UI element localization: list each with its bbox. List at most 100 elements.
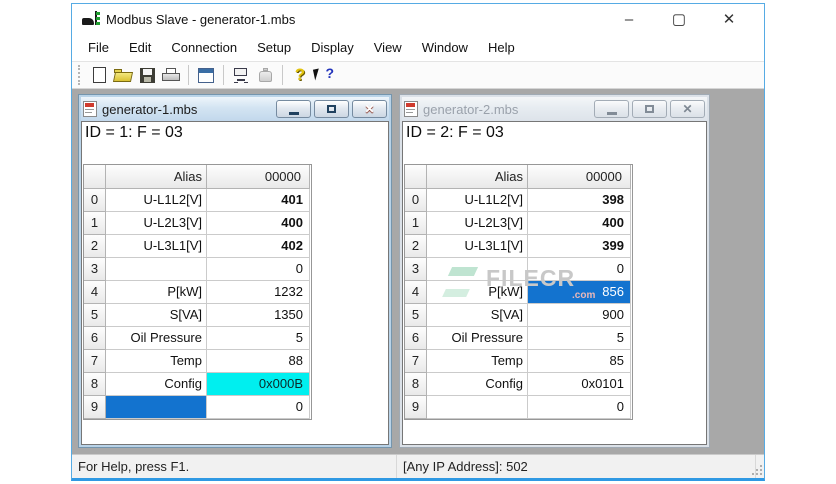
row-number-cell[interactable]: 0 [84, 189, 106, 212]
poll-definition-button[interactable] [229, 63, 253, 87]
alias-cell[interactable]: U-L2L3[V] [427, 212, 528, 235]
row-number-cell[interactable]: 2 [405, 235, 427, 258]
register-value-cell[interactable]: 88 [207, 350, 310, 373]
row-number-cell[interactable]: 4 [84, 281, 106, 304]
alias-cell[interactable]: Config [427, 373, 528, 396]
row-number-cell[interactable]: 5 [84, 304, 106, 327]
alias-cell[interactable]: U-L2L3[V] [106, 212, 207, 235]
register-value-cell[interactable]: 0x000B [207, 373, 310, 396]
row-number-cell[interactable]: 5 [405, 304, 427, 327]
menu-setup[interactable]: Setup [247, 36, 301, 59]
register-value-cell[interactable]: 0 [207, 258, 310, 281]
alias-cell[interactable]: Oil Pressure [106, 327, 207, 350]
register-value-cell[interactable]: 400 [528, 212, 631, 235]
row-number-cell[interactable]: 0 [405, 189, 427, 212]
close-button[interactable]: ✕ [704, 6, 754, 32]
child-restore-button[interactable] [314, 100, 349, 118]
register-value-cell[interactable]: 5 [528, 327, 631, 350]
register-value-cell[interactable]: 0 [528, 396, 631, 419]
row-number-cell[interactable]: 6 [405, 327, 427, 350]
menu-file[interactable]: File [78, 36, 119, 59]
alias-cell[interactable]: U-L3L1[V] [106, 235, 207, 258]
toolbar-separator [223, 65, 224, 85]
context-help-button[interactable]: ? [312, 63, 336, 87]
register-value-cell[interactable]: 400 [207, 212, 310, 235]
register-value-cell[interactable]: 399 [528, 235, 631, 258]
alias-cell[interactable]: S[VA] [106, 304, 207, 327]
resize-grip[interactable] [750, 463, 762, 475]
menu-help[interactable]: Help [478, 36, 525, 59]
alias-cell[interactable] [106, 396, 207, 419]
menu-window[interactable]: Window [412, 36, 478, 59]
alias-cell[interactable]: Config [106, 373, 207, 396]
alias-column-header[interactable]: Alias [106, 165, 207, 189]
register-value-cell[interactable]: 401 [207, 189, 310, 212]
row-number-cell[interactable]: 1 [84, 212, 106, 235]
row-number-cell[interactable]: 3 [405, 258, 427, 281]
row-number-cell[interactable]: 7 [405, 350, 427, 373]
menu-edit[interactable]: Edit [119, 36, 161, 59]
help-button[interactable]: ? [288, 63, 312, 87]
alias-cell[interactable] [106, 258, 207, 281]
titlebar[interactable]: Modbus Slave - generator-1.mbs – ▢ ✕ [72, 4, 764, 34]
child-titlebar[interactable]: generator-1.mbs ✕ [81, 97, 389, 121]
child-minimize-button[interactable] [276, 100, 311, 118]
alias-cell[interactable]: U-L1L2[V] [427, 189, 528, 212]
open-file-button[interactable] [111, 63, 135, 87]
menu-connection[interactable]: Connection [161, 36, 247, 59]
register-value-cell[interactable]: 398 [528, 189, 631, 212]
row-number-cell[interactable]: 8 [84, 373, 106, 396]
register-value-cell[interactable]: 856 [528, 281, 631, 304]
row-number-cell[interactable]: 7 [84, 350, 106, 373]
alias-cell[interactable]: U-L1L2[V] [106, 189, 207, 212]
new-file-button[interactable] [87, 63, 111, 87]
register-value-cell[interactable]: 85 [528, 350, 631, 373]
save-button[interactable] [135, 63, 159, 87]
maximize-button[interactable]: ▢ [654, 6, 704, 32]
register-value-cell[interactable]: 1232 [207, 281, 310, 304]
register-column-header[interactable]: 00000 [207, 165, 310, 189]
minimize-button[interactable]: – [604, 6, 654, 32]
alias-cell[interactable]: P[kW] [427, 281, 528, 304]
register-value-cell[interactable]: 5 [207, 327, 310, 350]
register-value-cell[interactable]: 900 [528, 304, 631, 327]
print-button[interactable] [159, 63, 183, 87]
alias-cell[interactable]: P[kW] [106, 281, 207, 304]
row-number-cell[interactable]: 9 [405, 396, 427, 419]
register-value-cell[interactable]: 0x0101 [528, 373, 631, 396]
row-number-cell[interactable]: 1 [405, 212, 427, 235]
row-number-cell[interactable]: 6 [84, 327, 106, 350]
display-setup-button[interactable] [194, 63, 218, 87]
toolbar-grip[interactable] [78, 65, 81, 85]
row-number-header[interactable] [84, 165, 106, 189]
alias-cell[interactable]: Temp [427, 350, 528, 373]
child-close-button[interactable]: ✕ [352, 100, 387, 118]
table-row: 7 Temp 88 [84, 350, 311, 373]
alias-cell[interactable]: Oil Pressure [427, 327, 528, 350]
alias-cell[interactable] [427, 258, 528, 281]
register-value-cell[interactable]: 0 [528, 258, 631, 281]
alias-cell[interactable]: S[VA] [427, 304, 528, 327]
row-number-cell[interactable]: 9 [84, 396, 106, 419]
row-number-cell[interactable]: 4 [405, 281, 427, 304]
register-value-cell[interactable]: 0 [207, 396, 310, 419]
child-restore-button[interactable] [632, 100, 667, 118]
register-value-cell[interactable]: 402 [207, 235, 310, 258]
alias-cell[interactable] [427, 396, 528, 419]
child-close-button[interactable]: ✕ [670, 100, 705, 118]
row-number-cell[interactable]: 3 [84, 258, 106, 281]
row-number-cell[interactable]: 8 [405, 373, 427, 396]
row-number-header[interactable] [405, 165, 427, 189]
register-column-header[interactable]: 00000 [528, 165, 631, 189]
communication-button[interactable] [253, 63, 277, 87]
new-file-icon [92, 67, 106, 83]
row-number-cell[interactable]: 2 [84, 235, 106, 258]
alias-cell[interactable]: U-L3L1[V] [427, 235, 528, 258]
register-value-cell[interactable]: 1350 [207, 304, 310, 327]
menu-display[interactable]: Display [301, 36, 364, 59]
alias-column-header[interactable]: Alias [427, 165, 528, 189]
menu-view[interactable]: View [364, 36, 412, 59]
child-titlebar[interactable]: generator-2.mbs ✕ [402, 97, 707, 121]
child-minimize-button[interactable] [594, 100, 629, 118]
alias-cell[interactable]: Temp [106, 350, 207, 373]
